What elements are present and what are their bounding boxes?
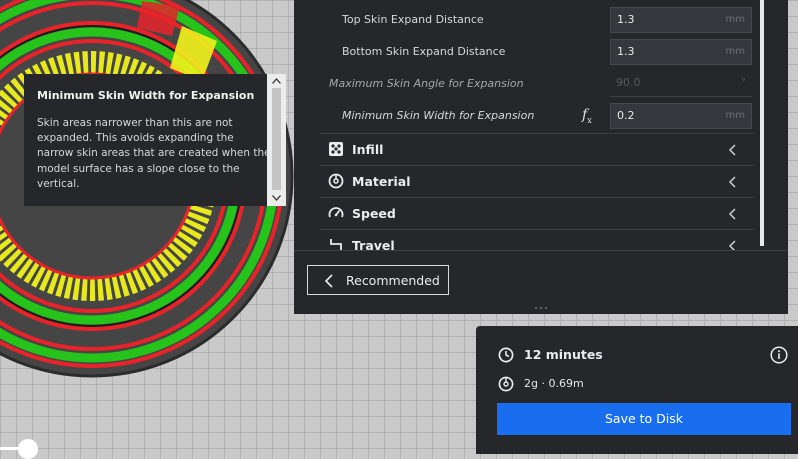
setting-row-minimum-skin-width: Minimum Skin Width for Expansion fx 0.2 … bbox=[320, 101, 754, 133]
scroll-up-arrow-icon[interactable] bbox=[272, 78, 281, 84]
layer-slider-track bbox=[0, 447, 20, 450]
setting-label: Bottom Skin Expand Distance bbox=[342, 45, 506, 58]
print-estimate-card: 12 minutes 2g · 0.69m Save to Disk bbox=[476, 326, 798, 454]
setting-label: Minimum Skin Width for Expansion bbox=[342, 109, 535, 122]
recommended-label: Recommended bbox=[346, 273, 440, 288]
settings-list: Top Skin Expand Distance 1.3 mm Bottom S… bbox=[320, 0, 754, 250]
category-label: Speed bbox=[352, 206, 396, 221]
tooltip-title: Minimum Skin Width for Expansion bbox=[37, 89, 255, 102]
material-icon bbox=[328, 173, 344, 189]
chevron-left-icon bbox=[324, 274, 333, 288]
fx-subscript: x bbox=[587, 115, 592, 125]
field-value: 0.2 bbox=[617, 109, 635, 122]
field-value: 1.3 bbox=[617, 45, 635, 58]
field-unit: mm bbox=[725, 110, 745, 121]
speed-icon bbox=[328, 207, 344, 218]
panel-resize-grip-icon[interactable] bbox=[534, 306, 548, 310]
tooltip-scrollbar[interactable] bbox=[267, 74, 286, 206]
minimum-skin-width-input[interactable]: 0.2 mm bbox=[610, 103, 752, 129]
setting-label: Top Skin Expand Distance bbox=[342, 13, 484, 26]
chevron-left-icon bbox=[728, 176, 736, 188]
travel-icon bbox=[330, 239, 342, 250]
clock-icon bbox=[498, 347, 514, 363]
filament-spool-icon bbox=[498, 376, 514, 392]
field-unit: mm bbox=[725, 46, 745, 57]
print-time: 12 minutes bbox=[524, 347, 603, 362]
settings-scrollbar[interactable] bbox=[760, 0, 764, 246]
scroll-down-arrow-icon[interactable] bbox=[272, 195, 281, 201]
category-travel[interactable]: Travel bbox=[320, 229, 754, 250]
setting-row-bottom-skin-expand-distance: Bottom Skin Expand Distance 1.3 mm bbox=[320, 37, 754, 69]
material-usage: 2g · 0.69m bbox=[524, 377, 584, 390]
save-to-disk-button[interactable]: Save to Disk bbox=[497, 403, 791, 435]
recommended-button[interactable]: Recommended bbox=[307, 265, 449, 295]
layer-slider-handle[interactable] bbox=[18, 439, 38, 459]
tooltip-scroll-thumb[interactable] bbox=[272, 88, 281, 190]
chevron-left-icon bbox=[728, 240, 736, 250]
category-label: Material bbox=[352, 174, 411, 189]
category-speed[interactable]: Speed bbox=[320, 197, 754, 230]
print-settings-panel: Top Skin Expand Distance 1.3 mm Bottom S… bbox=[294, 0, 788, 314]
category-material[interactable]: Material bbox=[320, 165, 754, 198]
category-infill[interactable]: Infill bbox=[320, 133, 754, 166]
setting-label: Maximum Skin Angle for Expansion bbox=[329, 77, 524, 90]
field-unit: mm bbox=[725, 14, 745, 25]
maximum-skin-angle-input: 90.0 ° bbox=[610, 71, 752, 97]
setting-row-top-skin-expand-distance: Top Skin Expand Distance 1.3 mm bbox=[320, 5, 754, 37]
chevron-left-icon bbox=[728, 144, 736, 156]
category-label: Travel bbox=[352, 238, 395, 250]
setting-tooltip: Minimum Skin Width for Expansion Skin ar… bbox=[24, 74, 286, 206]
tooltip-description: Skin areas narrower than this are not ex… bbox=[37, 117, 271, 190]
setting-row-maximum-skin-angle: Maximum Skin Angle for Expansion 90.0 ° bbox=[320, 69, 754, 101]
field-value: 1.3 bbox=[617, 13, 635, 26]
info-icon[interactable] bbox=[770, 346, 788, 364]
category-label: Infill bbox=[352, 142, 384, 157]
bottom-skin-expand-distance-input[interactable]: 1.3 mm bbox=[610, 39, 752, 65]
field-unit: ° bbox=[741, 77, 746, 88]
function-fx-icon[interactable]: fx bbox=[582, 107, 592, 125]
infill-icon bbox=[329, 142, 343, 156]
field-value: 90.0 bbox=[616, 76, 641, 89]
top-skin-expand-distance-input[interactable]: 1.3 mm bbox=[610, 7, 752, 33]
chevron-left-icon bbox=[728, 208, 736, 220]
